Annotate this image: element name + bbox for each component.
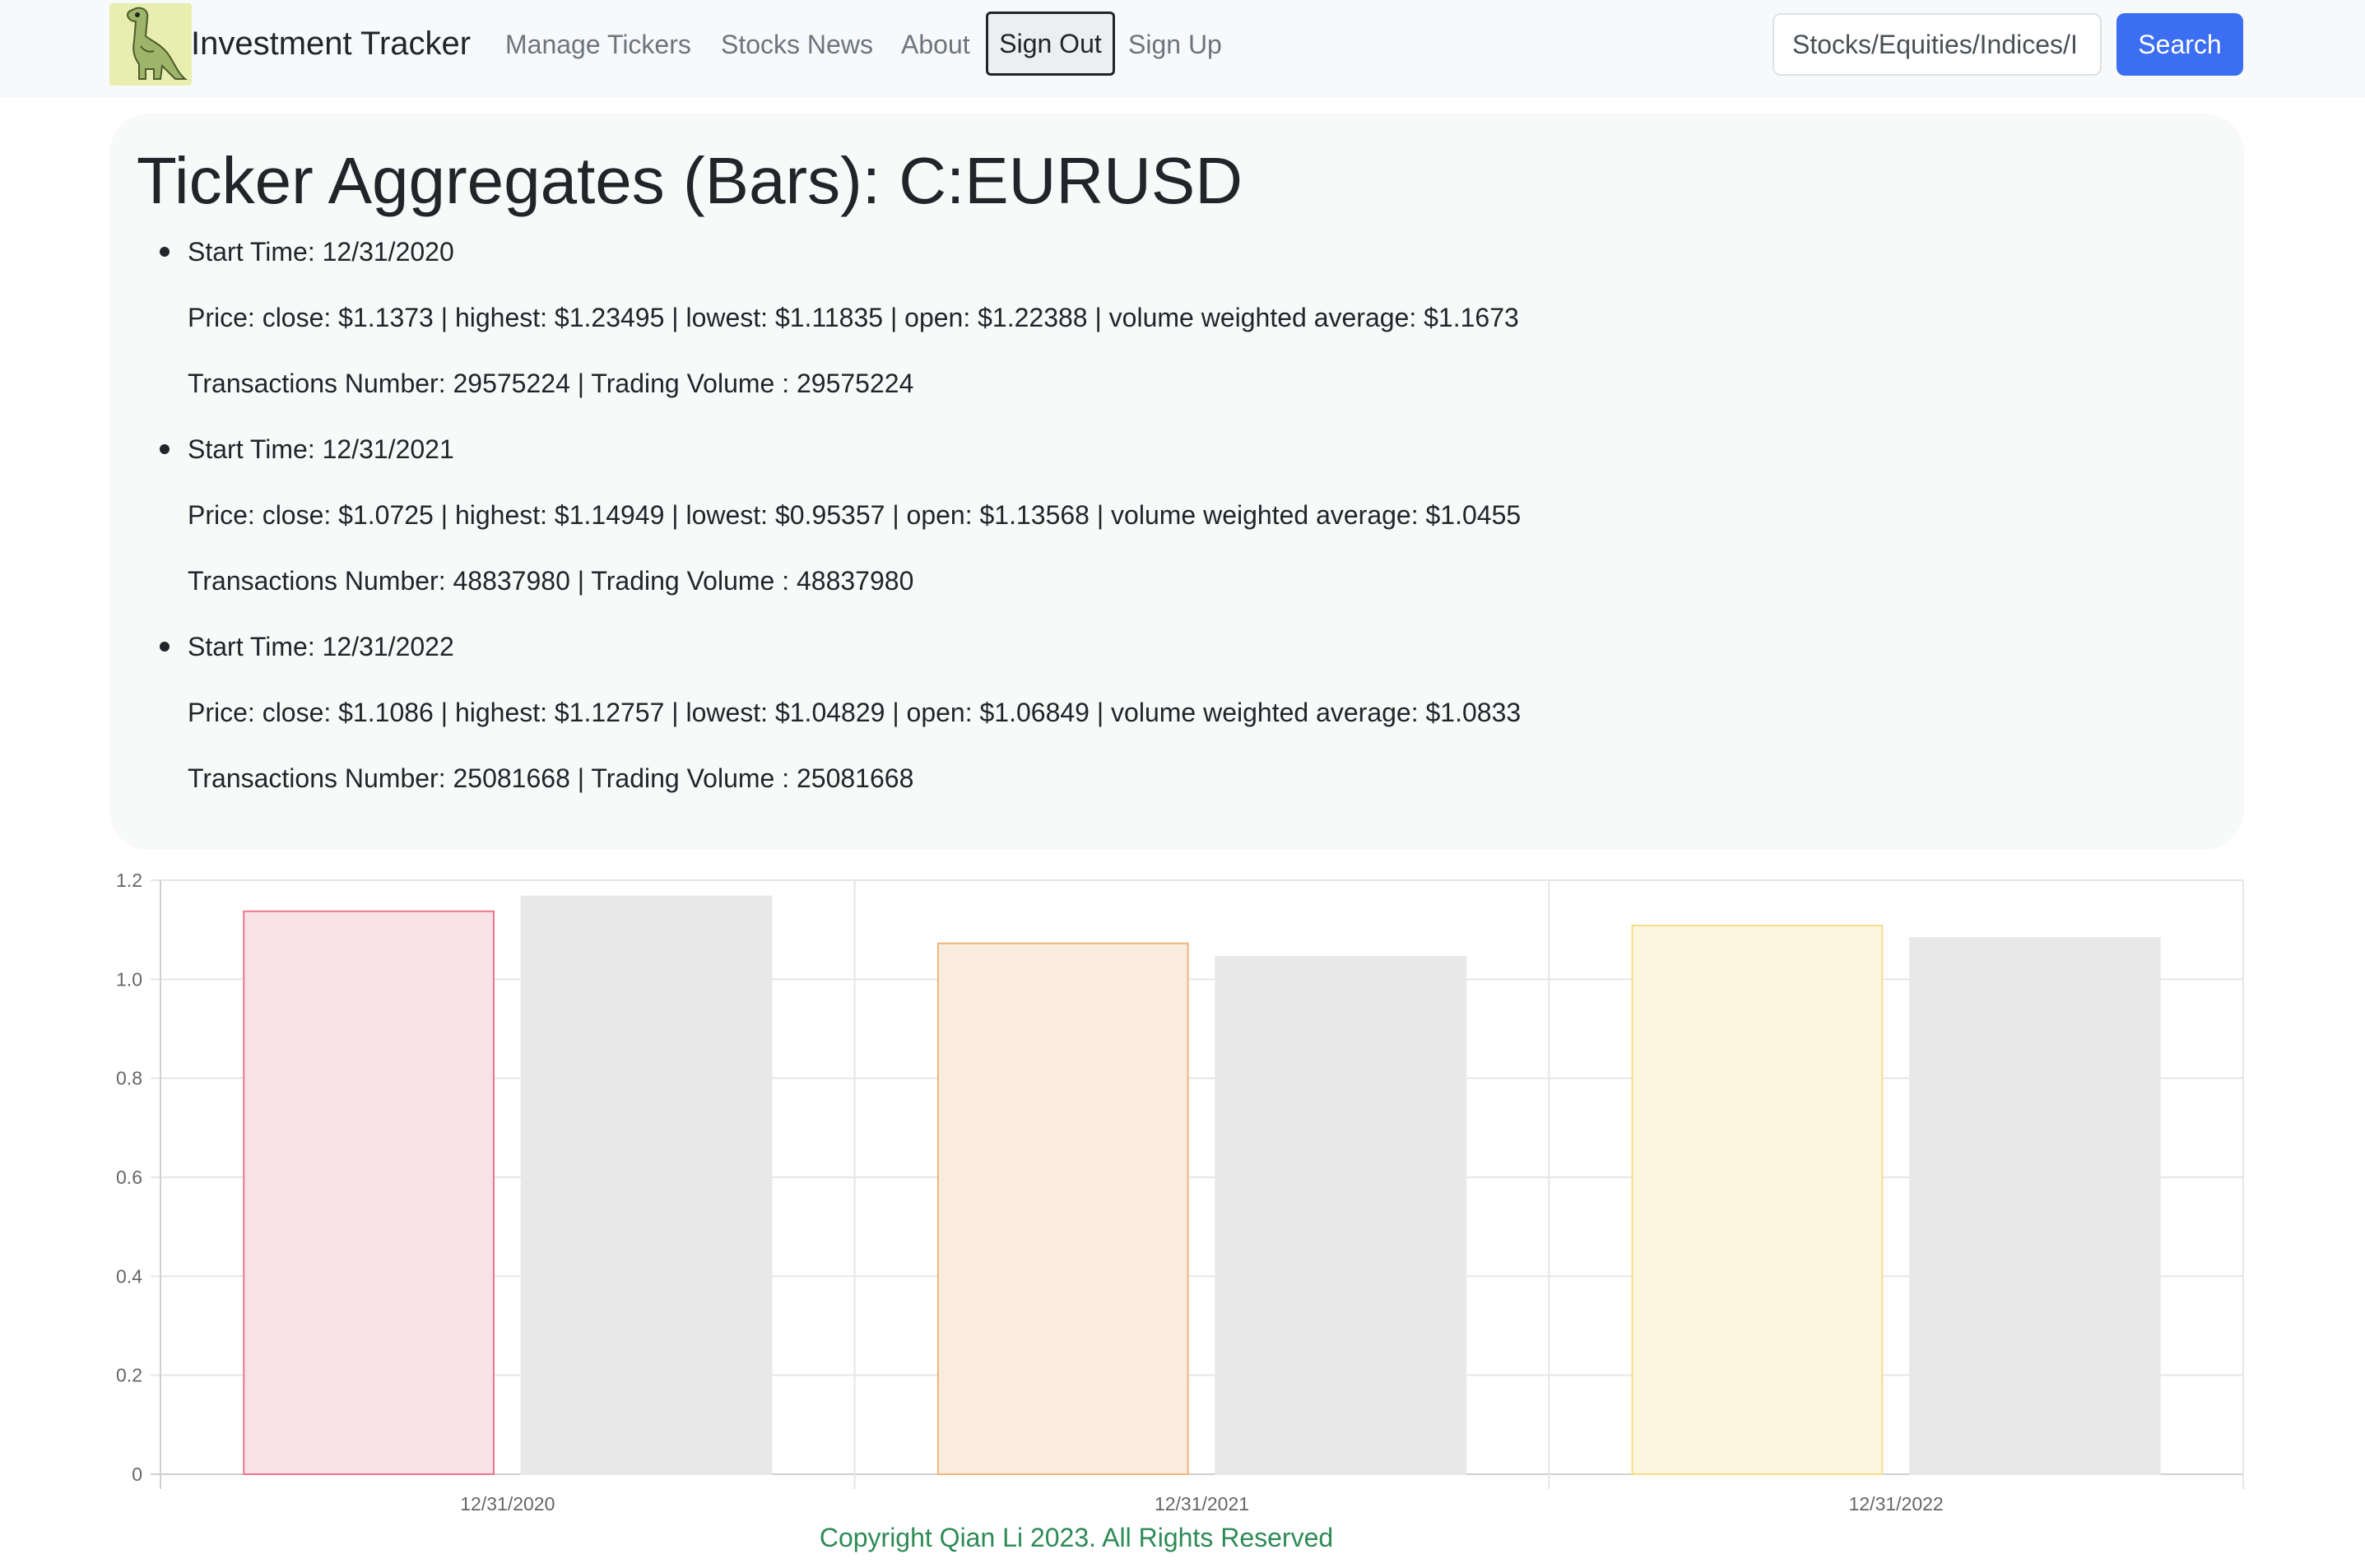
dinosaur-logo-icon[interactable] [109, 3, 192, 86]
chart-bar [1215, 955, 1467, 1475]
y-tick-label: 0.8 [116, 1068, 142, 1089]
aggregate-price: Price: close: $1.0725 | highest: $1.1494… [188, 500, 1522, 530]
list-bullet [160, 642, 170, 652]
sign-out-button[interactable]: Sign Out [986, 12, 1115, 76]
search-button[interactable]: Search [2116, 13, 2243, 76]
footer: Copyright Qian Li 2023. All Rights Reser… [0, 1519, 2365, 1556]
list-bullet [160, 444, 170, 454]
aggregate-price: Price: close: $1.1086 | highest: $1.1275… [188, 698, 1522, 727]
aggregate-volume: Transactions Number: 25081668 | Trading … [188, 763, 914, 793]
price-bar-chart: 0 0.2 0.4 0.6 0.8 1.0 1.2 12/31/2020 12/31/2021 1… [116, 870, 2244, 1515]
nav-sign-up[interactable]: Sign Up [1128, 26, 1222, 63]
y-tick-label: 0.2 [116, 1365, 142, 1386]
aggregate-start-time: Start Time: 12/31/2022 [188, 632, 454, 661]
y-tick-label: 0.6 [116, 1167, 142, 1188]
chart-bar [1631, 924, 1884, 1475]
x-tick-label: 12/31/2020 [460, 1493, 555, 1515]
search-input[interactable]: Stocks/Equities/Indices/I [1773, 13, 2102, 76]
x-tick-label: 12/31/2021 [1155, 1493, 1249, 1515]
y-tick-label: 1.0 [116, 968, 142, 990]
list-bullet [160, 247, 170, 257]
brand-title[interactable]: Investment Tracker [191, 23, 471, 64]
nav-manage-tickers[interactable]: Manage Tickers [505, 26, 691, 63]
y-tick-label: 0.4 [116, 1265, 142, 1287]
nav-about[interactable]: About [901, 26, 970, 63]
aggregate-price: Price: close: $1.1373 | highest: $1.2349… [188, 303, 1519, 332]
aggregate-volume: Transactions Number: 48837980 | Trading … [188, 566, 914, 596]
aggregate-start-time: Start Time: 12/31/2020 [188, 237, 454, 267]
page-title: Ticker Aggregates (Bars): C:EURUSD [137, 144, 1243, 217]
y-tick-label: 1.2 [116, 870, 142, 891]
x-tick-label: 12/31/2022 [1849, 1493, 1944, 1515]
chart-bar [1909, 937, 2161, 1475]
y-tick-label: 0 [132, 1464, 142, 1485]
chart-bar [936, 942, 1189, 1475]
aggregate-start-time: Start Time: 12/31/2021 [188, 434, 454, 464]
nav-stocks-news[interactable]: Stocks News [721, 26, 873, 63]
chart-bar [520, 895, 773, 1476]
navbar: Investment Tracker Manage Tickers Stocks… [0, 0, 2365, 98]
chart-bar [243, 910, 495, 1475]
aggregates-card [109, 114, 2244, 850]
aggregate-volume: Transactions Number: 29575224 | Trading … [188, 369, 914, 398]
copyright-text: Copyright Qian Li 2023. All Rights Reser… [819, 1523, 1334, 1552]
